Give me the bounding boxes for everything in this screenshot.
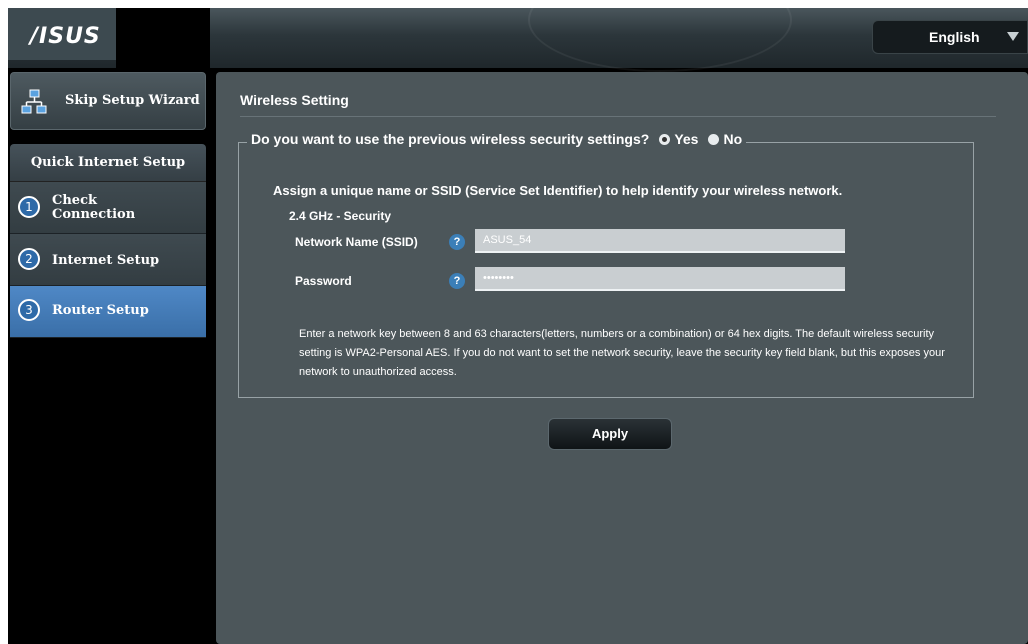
- language-select[interactable]: English: [872, 20, 1028, 54]
- title-divider: [240, 116, 996, 117]
- password-label: Password: [295, 274, 352, 288]
- previous-settings-question: Do you want to use the previous wireless…: [247, 131, 747, 147]
- header-decoration: [528, 8, 792, 72]
- step-label: Internet Setup: [52, 253, 160, 268]
- step-router-setup[interactable]: 3 Router Setup: [10, 286, 206, 338]
- step-number-1: 1: [18, 196, 40, 218]
- network-icon: [21, 89, 47, 114]
- password-help-icon[interactable]: ?: [449, 273, 465, 289]
- band-security-label: 2.4 GHz - Security: [289, 209, 392, 223]
- header-redaction-block: [116, 8, 210, 68]
- no-label[interactable]: No: [723, 131, 742, 147]
- skip-setup-wizard-button[interactable]: Skip Setup Wizard: [10, 72, 206, 130]
- apply-button[interactable]: Apply: [548, 418, 672, 450]
- yes-label[interactable]: Yes: [674, 131, 698, 147]
- sidebar: Skip Setup Wizard Quick Internet Setup 1…: [8, 68, 208, 644]
- top-header: /ISUS English: [8, 8, 1028, 72]
- main-panel: Wireless Setting Do you want to use the …: [216, 72, 1028, 644]
- assign-ssid-instruction: Assign a unique name or SSID (Service Se…: [273, 183, 843, 198]
- quick-internet-setup-header: Quick Internet Setup: [10, 144, 206, 182]
- quick-internet-setup-title: Quick Internet Setup: [30, 155, 186, 170]
- step-label: Router Setup: [52, 303, 149, 318]
- asus-logo: /ISUS: [30, 24, 101, 49]
- chevron-down-icon: [1007, 32, 1019, 41]
- page-title: Wireless Setting: [240, 92, 349, 108]
- ssid-help-icon[interactable]: ?: [449, 234, 465, 250]
- skip-setup-wizard-label: Skip Setup Wizard: [65, 93, 200, 108]
- question-text: Do you want to use the previous wireless…: [251, 131, 650, 147]
- step-number-2: 2: [18, 248, 40, 270]
- no-radio[interactable]: [708, 133, 720, 145]
- step-internet-setup[interactable]: 2 Internet Setup: [10, 234, 206, 286]
- yes-radio[interactable]: [659, 133, 671, 145]
- step-number-3: 3: [18, 299, 40, 321]
- logo-area: /ISUS: [8, 8, 116, 60]
- ssid-input[interactable]: [475, 229, 845, 253]
- step-check-connection[interactable]: 1 Check Connection: [10, 182, 206, 234]
- security-key-note: Enter a network key between 8 and 63 cha…: [299, 328, 945, 378]
- ssid-label: Network Name (SSID): [295, 235, 418, 249]
- router-setup-window: /ISUS English Skip Setup Wizard Quick In…: [8, 8, 1028, 644]
- wireless-security-fieldset: Do you want to use the previous wireless…: [238, 131, 974, 398]
- language-label: English: [929, 29, 980, 45]
- step-label-line1: Check: [52, 193, 97, 208]
- password-input[interactable]: [475, 267, 845, 291]
- step-label: Check Connection: [52, 194, 135, 222]
- step-label-line2: Connection: [52, 207, 136, 222]
